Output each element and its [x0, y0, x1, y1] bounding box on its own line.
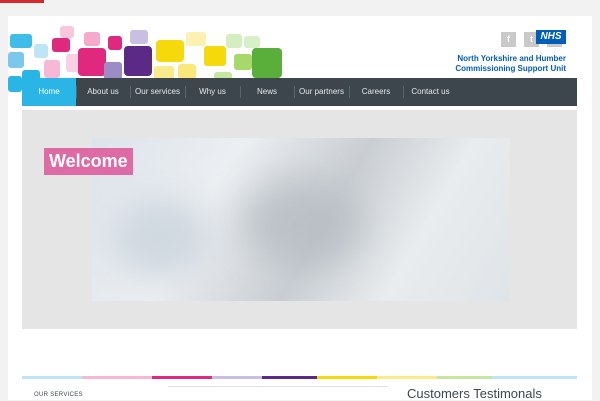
hero-slide-image[interactable] — [92, 138, 510, 301]
main-nav: Home About us Our services Why us News O… — [22, 78, 577, 106]
strip-segment — [22, 376, 82, 379]
nav-item-our-services[interactable]: Our services — [130, 78, 185, 106]
strip-segment — [212, 376, 262, 379]
strip-segment — [82, 376, 152, 379]
facebook-icon[interactable]: f — [501, 32, 516, 47]
page-container: f t in NHS North Yorkshire and Humber Co… — [8, 16, 592, 401]
hero-banner: Welcome — [22, 110, 577, 329]
strip-segment — [152, 376, 212, 379]
section-divider — [168, 386, 388, 387]
nav-item-contact-us[interactable]: Contact us — [403, 78, 458, 106]
nav-item-news[interactable]: News — [240, 78, 294, 106]
strip-segment — [437, 376, 492, 379]
bottom-section: OUR SERVICES Customers Testimonals — [22, 376, 577, 401]
welcome-heading: Welcome — [44, 148, 133, 175]
top-accent-bar — [0, 0, 44, 3]
nav-item-our-partners[interactable]: Our partners — [294, 78, 349, 106]
nhs-logo[interactable]: NHS — [536, 30, 566, 44]
nav-item-why-us[interactable]: Why us — [185, 78, 240, 106]
our-services-label: OUR SERVICES — [34, 392, 83, 398]
nav-item-about-us[interactable]: About us — [76, 78, 130, 106]
strip-segment — [262, 376, 317, 379]
testimonials-heading: Customers Testimonals — [407, 386, 542, 401]
nav-item-home[interactable]: Home — [22, 78, 76, 106]
strip-segment — [377, 376, 437, 379]
org-name: North Yorkshire and Humber Commissioning… — [455, 54, 566, 73]
strip-segment — [317, 376, 377, 379]
nav-item-careers[interactable]: Careers — [349, 78, 403, 106]
strip-segment — [492, 376, 577, 379]
